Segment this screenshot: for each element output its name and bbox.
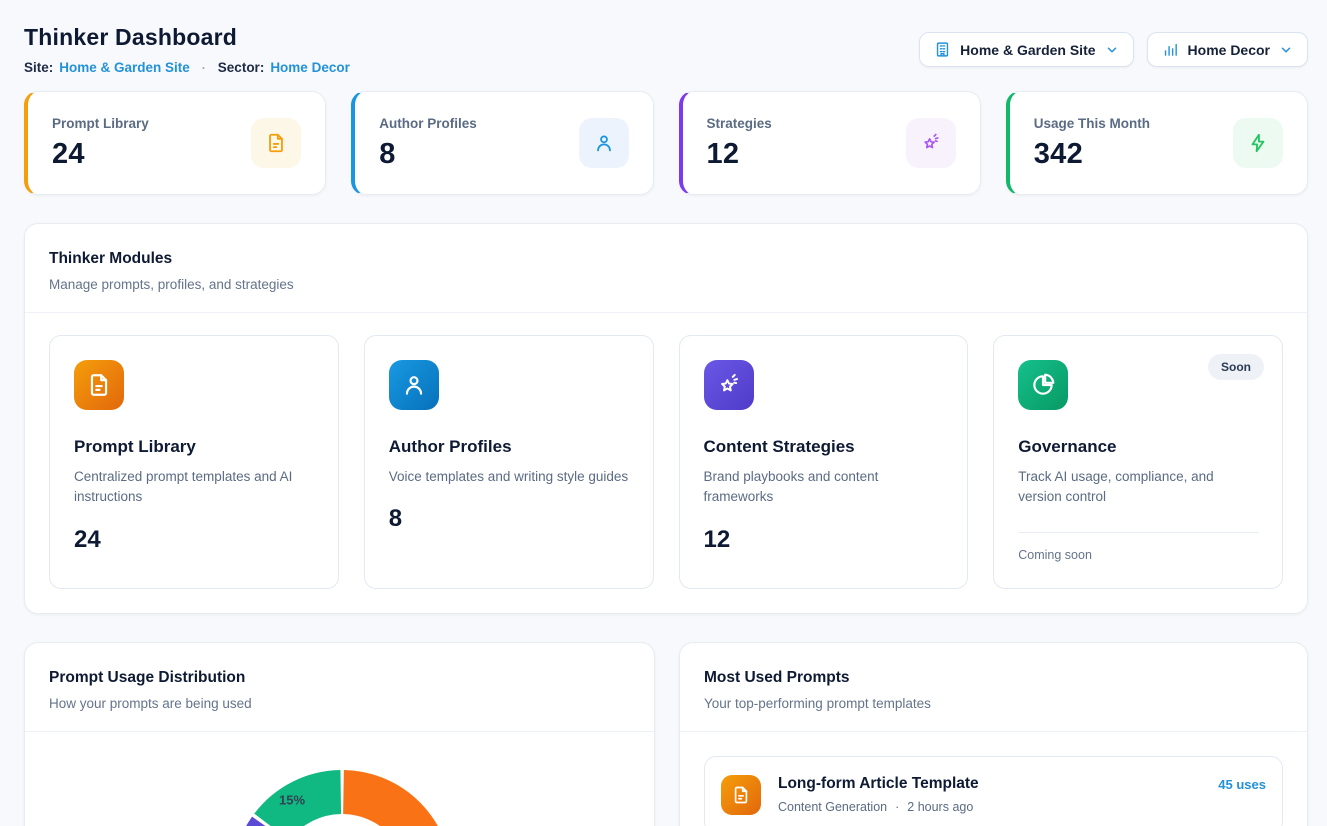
breadcrumb: Site: Home & Garden Site · Sector: Home … xyxy=(24,60,350,75)
site-link[interactable]: Home & Garden Site xyxy=(59,60,190,75)
module-title: Governance xyxy=(1018,437,1258,457)
user-icon xyxy=(579,118,629,168)
stat-label: Strategies xyxy=(707,116,772,131)
most-used-prompts-card: Most Used Prompts Your top-performing pr… xyxy=(679,642,1308,826)
modules-panel-header: Thinker Modules Manage prompts, profiles… xyxy=(25,224,1307,313)
chevron-down-icon xyxy=(1279,43,1293,57)
prompts-panel-subtitle: Your top-performing prompt templates xyxy=(704,696,1283,711)
module-card-content-strategies[interactable]: Content Strategies Brand playbooks and c… xyxy=(679,335,969,589)
coming-soon-text: Coming soon xyxy=(1018,548,1258,562)
sector-selector-label: Home Decor xyxy=(1188,42,1270,58)
sector-link[interactable]: Home Decor xyxy=(270,60,350,75)
usage-panel-header: Prompt Usage Distribution How your promp… xyxy=(25,643,654,732)
divider xyxy=(1018,532,1258,533)
stat-value: 24 xyxy=(52,138,149,171)
page-title: Thinker Dashboard xyxy=(24,24,350,51)
stat-label: Author Profiles xyxy=(379,116,477,131)
stat-card-prompt-library: Prompt Library 24 xyxy=(24,91,326,195)
sector-selector-button[interactable]: Home Decor xyxy=(1147,32,1308,67)
sparkle-star-icon xyxy=(906,118,956,168)
module-count: 8 xyxy=(389,505,629,533)
prompt-usage-card: Prompt Usage Distribution How your promp… xyxy=(24,642,655,826)
stat-cards-row: Prompt Library 24 Author Profiles 8 Stra… xyxy=(24,91,1308,195)
prompts-panel-title: Most Used Prompts xyxy=(704,669,1283,687)
module-description: Voice templates and writing style guides xyxy=(389,467,629,487)
module-title: Prompt Library xyxy=(74,437,314,457)
modules-grid: Prompt Library Centralized prompt templa… xyxy=(25,313,1307,613)
usage-donut-chart xyxy=(232,770,452,826)
prompt-item-time: 2 hours ago xyxy=(907,800,973,814)
module-title: Author Profiles xyxy=(389,437,629,457)
site-selector-button[interactable]: Home & Garden Site xyxy=(919,32,1133,67)
site-selector-label: Home & Garden Site xyxy=(960,42,1095,58)
module-title: Content Strategies xyxy=(704,437,944,457)
header-left: Thinker Dashboard Site: Home & Garden Si… xyxy=(24,18,350,75)
breadcrumb-separator: · xyxy=(202,61,206,75)
module-card-governance[interactable]: Soon Governance Track AI usage, complian… xyxy=(993,335,1283,589)
site-label: Site: xyxy=(24,60,53,75)
stat-label: Usage This Month xyxy=(1034,116,1150,131)
soon-badge: Soon xyxy=(1208,354,1264,380)
donut-slice-label: 15% xyxy=(279,793,305,808)
page-header: Thinker Dashboard Site: Home & Garden Si… xyxy=(24,18,1308,75)
modules-panel-title: Thinker Modules xyxy=(49,250,1283,268)
module-count: 24 xyxy=(74,526,314,554)
stat-card-usage: Usage This Month 342 xyxy=(1006,91,1308,195)
donut-chart-area: 15% xyxy=(25,732,654,826)
chevron-down-icon xyxy=(1105,43,1119,57)
bottom-row: Prompt Usage Distribution How your promp… xyxy=(24,642,1308,826)
thinker-modules-panel: Thinker Modules Manage prompts, profiles… xyxy=(24,223,1308,614)
module-count: 12 xyxy=(704,526,944,554)
stat-value: 12 xyxy=(707,138,772,171)
meta-separator: · xyxy=(895,800,899,814)
stat-label: Prompt Library xyxy=(52,116,149,131)
prompt-item-category: Content Generation xyxy=(778,800,887,814)
prompt-item-uses-badge: 45 uses xyxy=(1218,777,1266,792)
building-icon xyxy=(934,41,951,58)
module-description: Brand playbooks and content frameworks xyxy=(704,467,944,508)
module-card-prompt-library[interactable]: Prompt Library Centralized prompt templa… xyxy=(49,335,339,589)
prompt-list-item[interactable]: Long-form Article Template Content Gener… xyxy=(704,756,1283,826)
stat-card-strategies: Strategies 12 xyxy=(679,91,981,195)
document-icon xyxy=(251,118,301,168)
usage-panel-subtitle: How your prompts are being used xyxy=(49,696,630,711)
sector-label: Sector: xyxy=(218,60,265,75)
document-icon xyxy=(74,360,124,410)
lightning-icon xyxy=(1233,118,1283,168)
bar-chart-icon xyxy=(1162,41,1179,58)
module-description: Track AI usage, compliance, and version … xyxy=(1018,467,1258,508)
prompts-panel-header: Most Used Prompts Your top-performing pr… xyxy=(680,643,1307,732)
modules-panel-subtitle: Manage prompts, profiles, and strategies xyxy=(49,277,1283,292)
stat-value: 342 xyxy=(1034,138,1150,171)
module-card-author-profiles[interactable]: Author Profiles Voice templates and writ… xyxy=(364,335,654,589)
document-icon xyxy=(721,775,761,815)
sparkle-star-icon xyxy=(704,360,754,410)
usage-panel-title: Prompt Usage Distribution xyxy=(49,669,630,687)
dashboard-page: Thinker Dashboard Site: Home & Garden Si… xyxy=(0,0,1327,826)
prompt-item-meta: Content Generation · 2 hours ago xyxy=(778,800,1218,814)
module-description: Centralized prompt templates and AI inst… xyxy=(74,467,314,508)
prompt-item-title: Long-form Article Template xyxy=(778,775,1218,793)
pie-chart-icon xyxy=(1018,360,1068,410)
header-selectors: Home & Garden Site Home Decor xyxy=(919,32,1308,67)
user-icon xyxy=(389,360,439,410)
stat-value: 8 xyxy=(379,138,477,171)
stat-card-author-profiles: Author Profiles 8 xyxy=(351,91,653,195)
